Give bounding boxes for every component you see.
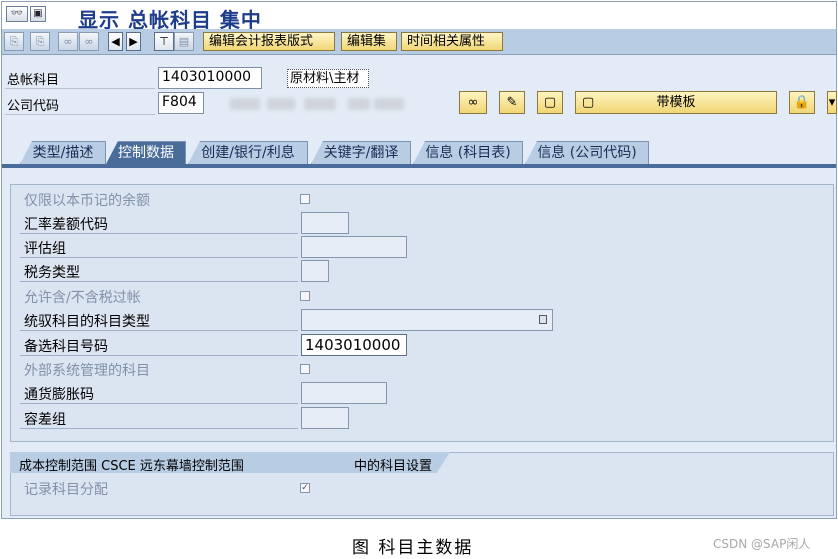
tab-underline — [2, 164, 836, 168]
redacted-text — [348, 98, 370, 110]
menu-icon[interactable]: ▣ — [30, 6, 46, 22]
previous-arrow-icon[interactable]: ◀ — [108, 32, 123, 51]
copy-2-icon[interactable]: ⎘ — [30, 32, 50, 51]
recon-account-type-label: 统驭科目的科目类型 — [24, 314, 150, 330]
record-account-assignment-label: 记录科目分配 — [24, 482, 108, 498]
tolerance-group-label: 容差组 — [24, 412, 66, 428]
tolerance-group-input[interactable] — [301, 407, 349, 429]
recon-account-type-dropdown[interactable] — [301, 309, 553, 331]
dropdown-icon[interactable] — [539, 315, 547, 324]
glasses-toggle-icon[interactable]: ∞ — [459, 91, 487, 114]
valuation-group-label: 评估组 — [24, 241, 66, 257]
edit-financial-statement-button[interactable]: 编辑会计报表版式 — [203, 32, 335, 51]
inflation-key-input[interactable] — [301, 382, 387, 404]
alt-account-number-label: 备选科目号码 — [24, 339, 108, 355]
tab-control-data[interactable]: 控制数据 — [106, 141, 186, 164]
row-separator — [20, 428, 298, 429]
glasses-icon[interactable]: 👓 — [6, 6, 28, 22]
exchange-rate-key-input[interactable] — [301, 212, 349, 234]
company-code-field[interactable]: F804 — [158, 92, 204, 114]
pencil-icon[interactable]: ✎ — [499, 91, 525, 114]
copy-icon[interactable]: ⎘ — [4, 32, 24, 51]
redacted-text — [230, 98, 260, 110]
with-template-button[interactable]: ▢ 带模板 — [575, 91, 777, 114]
row-separator — [20, 233, 298, 234]
gl-account-description: 原材料\主材 — [287, 69, 369, 88]
watermark: CSDN @SAP闲人 — [713, 537, 811, 551]
redacted-text — [267, 98, 295, 110]
tab-info-chart-of-accounts[interactable]: 信息 (科目表) — [413, 141, 523, 164]
controlling-area-title-suffix: 中的科目设置 — [354, 459, 433, 474]
managed-external-label: 外部系统管理的科目 — [24, 363, 150, 379]
tab-keyword-translation[interactable]: 关键字/翻译 — [311, 141, 411, 164]
gl-account-field[interactable]: 1403010000 — [158, 67, 262, 89]
tab-strip: 类型/描述 控制数据 创建/银行/利息 关键字/翻译 信息 (科目表) 信息 (… — [2, 141, 836, 164]
controlling-area-title: 成本控制范围 CSCE 远东幕墙控制范围 — [19, 459, 244, 474]
tax-category-input[interactable] — [301, 260, 329, 282]
managed-external-checkbox[interactable] — [300, 364, 310, 374]
redacted-text — [374, 98, 404, 110]
only-local-currency-label: 仅限以本币记的余额 — [24, 193, 150, 209]
title-bar: 👓 ▣ 显示 总帐科目 集中 — [2, 2, 836, 32]
tab-info-company-code[interactable]: 信息 (公司代码) — [525, 141, 649, 164]
more-icon[interactable]: ▾ — [827, 91, 837, 114]
company-code-underline — [5, 114, 155, 115]
create-document-icon[interactable]: ▢ — [537, 91, 563, 114]
glasses-right-icon[interactable]: ∞ — [79, 32, 99, 51]
lock-icon[interactable]: 🔒 — [789, 91, 815, 114]
only-local-currency-checkbox[interactable] — [300, 194, 310, 204]
alt-account-number-input[interactable]: 1403010000 — [301, 334, 407, 356]
document-icon[interactable]: ▤ — [174, 32, 194, 51]
row-separator — [20, 257, 298, 258]
row-separator — [20, 281, 298, 282]
edit-set-button[interactable]: 编辑集 — [341, 32, 397, 51]
posting-without-tax-checkbox[interactable] — [300, 291, 310, 301]
redacted-text — [304, 98, 336, 110]
record-account-assignment-checkbox[interactable]: ✓ — [300, 483, 310, 493]
row-separator — [20, 403, 298, 404]
company-code-label: 公司代码 — [7, 99, 60, 114]
gl-account-underline — [5, 88, 155, 89]
exchange-rate-key-label: 汇率差额代码 — [24, 217, 108, 233]
with-template-label: 带模板 — [656, 95, 696, 110]
valuation-group-input[interactable] — [301, 236, 407, 258]
hierarchy-icon[interactable]: ⊤ — [154, 32, 174, 51]
tab-type-description[interactable]: 类型/描述 — [20, 141, 106, 164]
row-separator — [20, 330, 298, 331]
tax-category-label: 税务类型 — [24, 265, 80, 281]
time-dependent-attributes-button[interactable]: 时间相关属性 — [401, 32, 503, 51]
application-toolbar: ⎘ ⎘ ∞ ∞ ◀ ▶ ⊤ ▤ 编辑会计报表版式 编辑集 时间相关属性 — [2, 29, 836, 55]
glasses-left-icon[interactable]: ∞ — [58, 32, 78, 51]
posting-without-tax-label: 允许含/不含税过帐 — [24, 290, 141, 306]
gl-account-label: 总帐科目 — [7, 73, 60, 88]
row-separator — [20, 355, 298, 356]
template-document-icon: ▢ — [582, 95, 595, 110]
figure-caption: 图 科目主数据 — [352, 538, 474, 558]
next-arrow-icon[interactable]: ▶ — [126, 32, 141, 51]
tab-create-bank-interest[interactable]: 创建/银行/利息 — [188, 141, 308, 164]
inflation-key-label: 通货膨胀码 — [24, 387, 94, 403]
